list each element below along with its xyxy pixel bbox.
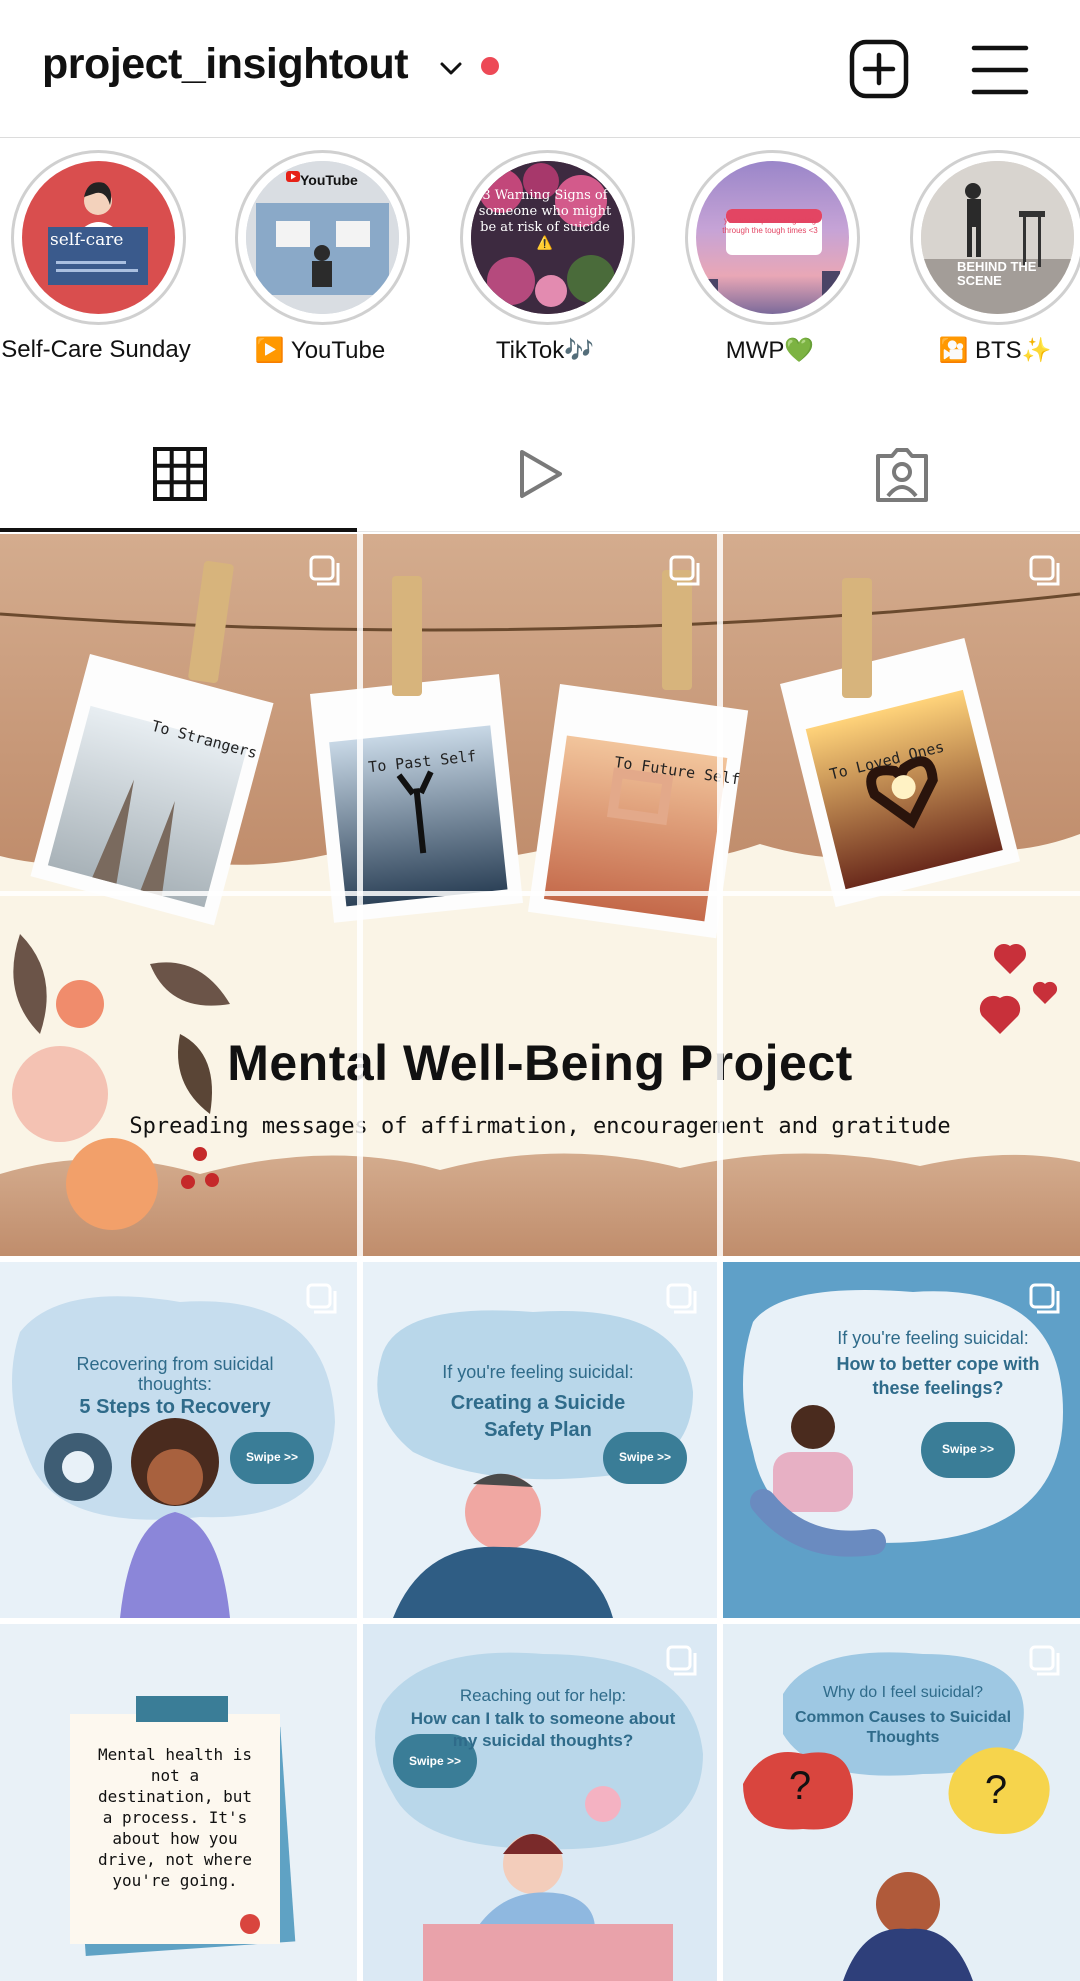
multi-post-icon [306, 1283, 337, 1314]
profile-tabs [0, 420, 1080, 532]
highlight-cover-title: YouTube [300, 172, 358, 188]
notification-dot [481, 57, 499, 75]
highlight-cover-title: self-care [50, 230, 124, 250]
post-tile[interactable]: Reaching out for help: How can I talk to… [363, 1624, 717, 1981]
post-artwork [743, 1290, 1063, 1557]
highlight-cover [921, 161, 1074, 314]
highlight-youtube[interactable]: YouTube ▶️ YouTube [230, 150, 410, 380]
plus-square-icon[interactable] [846, 36, 912, 102]
post-line2: Common Causes to Suicidal Thoughts [794, 1709, 1012, 1746]
grid-icon [153, 447, 207, 501]
highlight-self-care-sunday[interactable]: self-care Self-Care Sunday [1, 150, 191, 380]
post-tile[interactable]: If you're feeling suicidal: How to bette… [723, 1262, 1080, 1618]
post-line2: How can I talk to someone about my suici… [410, 1709, 676, 1750]
highlight-label: 🎦 BTS✨ [938, 337, 1052, 364]
post-artwork [375, 1652, 703, 1981]
grid-divider [0, 891, 1080, 896]
post-line2: 5 Steps to Recovery [79, 1396, 271, 1418]
person-tag-icon [876, 448, 928, 502]
highlight-label: ▶️ YouTube [254, 337, 386, 364]
post-line1: Reaching out for help: [459, 1686, 627, 1705]
multi-post-icon [666, 1645, 697, 1676]
post-tile[interactable]: If you're feeling suicidal: Creating a S… [363, 1262, 717, 1618]
post-artwork [743, 1652, 1050, 1981]
question-mark: ? [984, 1768, 1008, 1812]
post-tile[interactable]: Mental health is not a destination, but … [0, 1624, 357, 1981]
post-line1: Recovering from suicidal thoughts: [76, 1354, 274, 1394]
post-grid: To Strangers To Past Self To Future Self… [0, 534, 1080, 1981]
tab-reels[interactable] [360, 420, 720, 532]
swipe-badge: Swipe >> [408, 1754, 462, 1768]
swipe-badge: Swipe >> [245, 1450, 299, 1464]
tab-tagged[interactable] [720, 420, 1080, 532]
highlight-tiktok[interactable]: 3 Warning Signs of someone who might be … [455, 150, 635, 380]
highlight-cover-title: 3 Warning Signs of someone who might be … [478, 188, 612, 251]
tab-posts[interactable] [0, 420, 360, 532]
post-tile[interactable]: Recovering from suicidal thoughts: 5 Ste… [0, 1262, 357, 1618]
profile-header: project_insightout [0, 0, 1080, 138]
post-line1: If you're feeling suicidal: [837, 1328, 1029, 1348]
banner-post-set[interactable]: To Strangers To Past Self To Future Self… [0, 534, 1080, 1256]
banner-subtitle: Spreading messages of affirmation, encou… [129, 1114, 951, 1139]
banner-title: Mental Well-Being Project [227, 1035, 853, 1091]
swipe-badge: Swipe >> [618, 1450, 672, 1464]
post-line2: Creating a Suicide Safety Plan [450, 1392, 626, 1441]
post-tile[interactable]: Why do I feel suicidal? Common Causes to… [723, 1624, 1080, 1981]
highlight-mwp[interactable]: you are capable of getting through the t… [680, 150, 860, 380]
chevron-down-icon[interactable] [434, 52, 468, 86]
question-mark: ? [788, 1764, 812, 1808]
grid-divider [0, 1618, 1080, 1624]
post-line1: Why do I feel suicidal? [822, 1684, 984, 1701]
multi-post-icon [1029, 1283, 1060, 1314]
swipe-badge: Swipe >> [941, 1442, 995, 1456]
multi-post-icon [669, 555, 700, 586]
multi-post-icon [309, 555, 340, 586]
grid-divider [357, 1256, 363, 1981]
highlight-cover-title: you are capable of getting through the t… [722, 216, 818, 235]
highlight-label: TikTok🎶 [495, 337, 595, 364]
multi-post-icon [666, 1283, 697, 1314]
highlight-label: MWP💚 [725, 337, 815, 364]
post-artwork [12, 1296, 335, 1618]
story-highlights: self-care Self-Care Sunday YouTube ▶️ Yo… [0, 150, 1080, 380]
highlight-ring [910, 150, 1080, 325]
grid-divider [0, 1256, 1080, 1262]
hamburger-menu-icon[interactable] [970, 40, 1030, 100]
multi-post-icon [1029, 1645, 1060, 1676]
post-line2: How to better cope with these feelings? [836, 1354, 1040, 1398]
highlight-bts[interactable]: BEHIND THE SCENE 🎦 BTS✨ [905, 150, 1080, 380]
grid-divider [717, 1256, 723, 1981]
username-switcher[interactable]: project_insightout [42, 40, 409, 89]
highlight-cover-title: BEHIND THE SCENE [957, 259, 1037, 288]
play-icon [520, 450, 562, 498]
highlight-label: Self-Care Sunday [1, 336, 191, 363]
active-tab-indicator [0, 528, 357, 532]
quote-text: Mental health is not a destination, but … [97, 1745, 253, 1890]
post-line1: If you're feeling suicidal: [442, 1362, 634, 1382]
multi-post-icon [1029, 555, 1060, 586]
